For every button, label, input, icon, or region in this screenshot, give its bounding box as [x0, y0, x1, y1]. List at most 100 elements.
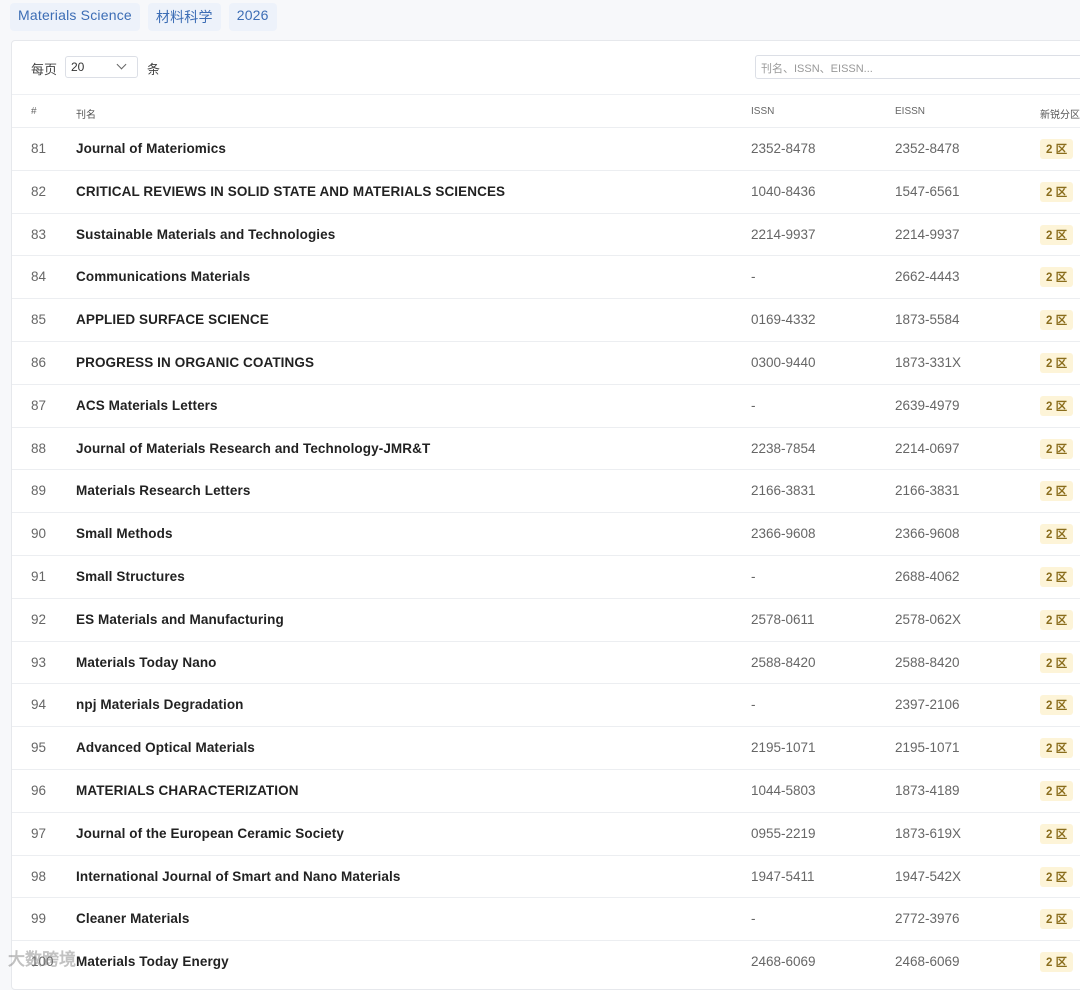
journal-name[interactable]: Materials Today Energy [76, 954, 229, 969]
journal-name[interactable]: npj Materials Degradation [76, 697, 244, 712]
table-row[interactable]: 84 Communications Materials - 2662-4443 2 区 [12, 255, 1080, 298]
tag-category-en[interactable]: Materials Science [10, 3, 140, 31]
eissn-value: 2195-1071 [895, 740, 960, 756]
eissn-value: 2468-6069 [895, 954, 960, 970]
journal-name[interactable]: Journal of the European Ceramic Society [76, 826, 344, 841]
table-row[interactable]: 96 MATERIALS CHARACTERIZATION 1044-5803 187… [12, 768, 1080, 812]
zone-badge: 2 区 [1040, 395, 1074, 416]
table-row[interactable]: 94 npj Materials Degradation - 2397-2106 2 区 [12, 683, 1080, 726]
issn-value: - [751, 568, 756, 584]
table-row[interactable]: 82 CRITICAL REVIEWS IN SOLID STATE AND MA… [12, 169, 1080, 213]
eissn-value: 1873-5584 [895, 312, 960, 328]
journal-name[interactable]: Cleaner Materials [76, 911, 190, 926]
table-row[interactable]: 81 Journal of Materiomics 2352-8478 2352-84… [12, 127, 1080, 170]
row-num: 91 [31, 568, 47, 584]
header-issn[interactable]: ISSN [751, 106, 774, 117]
journal-name[interactable]: Materials Today Nano [76, 655, 217, 670]
search-input[interactable]: 刊名、ISSN、EISSN... [755, 55, 1080, 79]
journal-name[interactable]: PROGRESS IN ORGANIC COATINGS [76, 355, 314, 370]
table-body: 81 Journal of Materiomics 2352-8478 2352-84… [12, 127, 1080, 983]
journal-name[interactable]: APPLIED SURFACE SCIENCE [76, 312, 269, 327]
journal-name[interactable]: International Journal of Smart and Nano … [76, 869, 400, 884]
zone-badge: 2 区 [1040, 224, 1074, 245]
row-num: 95 [31, 740, 47, 756]
row-num: 94 [31, 697, 47, 713]
zone-badge: 2 区 [1040, 780, 1074, 801]
header-eissn[interactable]: EISSN [895, 106, 925, 117]
journal-name[interactable]: Small Structures [76, 569, 185, 584]
table-row[interactable]: 91 Small Structures - 2688-4062 2 区 [12, 554, 1080, 598]
row-num: 92 [31, 611, 47, 627]
table-row[interactable]: 83 Sustainable Materials and Technologies… [12, 212, 1080, 256]
zone-badge: 2 区 [1040, 566, 1074, 587]
header-num: # [31, 106, 37, 117]
table-row[interactable]: 90 Small Methods 2366-9608 2366-9608 2 区 [12, 512, 1080, 555]
table-header: # 刊名 ISSN EISSN 新锐分区 [12, 95, 1080, 127]
row-num: 84 [31, 269, 47, 285]
row-num: 89 [31, 483, 47, 499]
header-zone[interactable]: 新锐分区 [1040, 106, 1080, 121]
issn-value: 2238-7854 [751, 440, 816, 456]
chevron-down-icon [116, 59, 127, 70]
header-name[interactable]: 刊名 [76, 106, 96, 121]
journal-name[interactable]: Materials Research Letters [76, 483, 250, 498]
per-page-unit: 条 [147, 62, 161, 77]
table-row[interactable]: 99 Cleaner Materials - 2772-3976 2 区 [12, 897, 1080, 940]
row-num: 99 [31, 911, 47, 927]
journal-name[interactable]: ES Materials and Manufacturing [76, 612, 284, 627]
zone-badge: 2 区 [1040, 139, 1074, 159]
zone-badge: 2 区 [1040, 866, 1074, 887]
issn-value: 0955-2219 [751, 825, 816, 841]
eissn-value: 2214-9937 [895, 226, 960, 242]
zone-badge: 2 区 [1040, 438, 1074, 459]
issn-value: - [751, 269, 756, 285]
eissn-value: 1947-542X [895, 868, 962, 884]
eissn-value: 1873-331X [895, 354, 962, 370]
table-row[interactable]: 89 Materials Research Letters 2166-3831 216… [12, 469, 1080, 512]
table-row[interactable]: 86 PROGRESS IN ORGANIC COATINGS 0300-9440 1… [12, 340, 1080, 384]
zone-badge: 2 区 [1040, 481, 1074, 502]
journal-name[interactable]: CRITICAL REVIEWS IN SOLID STATE AND MATE… [76, 184, 505, 199]
issn-value: 1947-5411 [751, 868, 815, 884]
page-size-select[interactable]: 20 [65, 56, 138, 78]
table-row[interactable]: 92 ES Materials and Manufacturing 2578-061… [12, 597, 1080, 641]
journal-name[interactable]: Journal of Materials Research and Techno… [76, 441, 430, 456]
row-num: 96 [31, 782, 47, 798]
row-num: 87 [31, 397, 47, 413]
zone-badge: 2 区 [1040, 738, 1074, 759]
zone-badge: 2 区 [1040, 310, 1074, 331]
table-row[interactable]: 85 APPLIED SURFACE SCIENCE 0169-4332 1873-5… [12, 298, 1080, 341]
journal-name[interactable]: Advanced Optical Materials [76, 740, 255, 755]
zone-badge: 2 区 [1040, 352, 1074, 373]
watermark: 大数跨境 [8, 950, 76, 969]
table-row[interactable]: 87 ACS Materials Letters - 2639-4979 2 区 [12, 383, 1080, 427]
table-row[interactable]: 97 Journal of the European Ceramic Societ… [12, 811, 1080, 855]
journal-name[interactable]: Journal of Materiomics [76, 141, 226, 156]
table-row[interactable]: 95 Advanced Optical Materials 2195-1071 219… [12, 726, 1080, 769]
journal-name[interactable]: Small Methods [76, 526, 173, 541]
table-row[interactable]: 88 Journal of Materials Research and Tech… [12, 426, 1080, 470]
table-row[interactable]: 98 International Journal of Smart and Nan… [12, 854, 1080, 898]
journal-name[interactable]: Sustainable Materials and Technologies [76, 227, 335, 242]
row-num: 90 [31, 526, 47, 542]
issn-value: - [751, 697, 756, 713]
zone-badge: 2 区 [1040, 609, 1074, 630]
table-row[interactable]: 93 Materials Today Nano 2588-8420 2588-8420… [12, 640, 1080, 684]
zone-badge: 2 区 [1040, 823, 1074, 844]
issn-value: - [751, 397, 756, 413]
journal-name[interactable]: MATERIALS CHARACTERIZATION [76, 783, 299, 798]
per-page-label: 每页 [31, 62, 58, 77]
eissn-value: 1547-6561 [895, 183, 960, 199]
journal-name[interactable]: Communications Materials [76, 269, 250, 284]
tag-category-zh[interactable]: 材料科学 [147, 3, 221, 31]
issn-value: 1044-5803 [751, 782, 816, 798]
row-num: 81 [31, 141, 47, 156]
eissn-value: 2397-2106 [895, 697, 960, 713]
issn-value: 2468-6069 [751, 954, 816, 970]
page-size-value: 20 [71, 60, 85, 74]
issn-value: 1040-8436 [751, 183, 816, 199]
tag-year[interactable]: 2026 [228, 3, 277, 31]
table-row[interactable]: 100 Materials Today Energy 2468-6069 2468-6… [12, 940, 1080, 983]
journal-name[interactable]: ACS Materials Letters [76, 398, 218, 413]
issn-value: 2588-8420 [751, 654, 816, 670]
